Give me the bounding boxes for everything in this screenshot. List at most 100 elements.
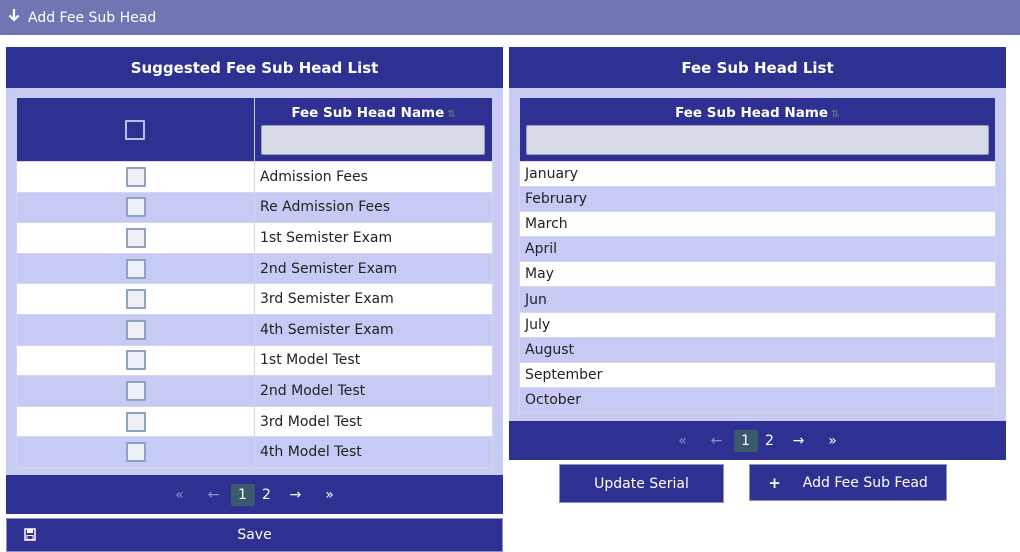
- page-2-button[interactable]: 2: [758, 430, 782, 452]
- fee-sub-head-name: 2nd Model Test: [254, 375, 493, 407]
- add-fee-sub-head-button[interactable]: + Add Fee Sub Fead: [749, 464, 947, 501]
- prev-page-icon[interactable]: ←: [700, 433, 734, 449]
- fee-sub-head-name: April: [519, 236, 996, 263]
- first-page-icon[interactable]: «: [163, 487, 197, 503]
- first-page-icon[interactable]: «: [666, 433, 700, 449]
- row-checkbox[interactable]: [125, 258, 146, 279]
- fee-sub-head-name: July: [519, 311, 996, 338]
- fee-sub-head-list-panel: Fee Sub Head Name ⇅ January February March A…: [509, 88, 1006, 421]
- last-page-icon[interactable]: »: [313, 487, 347, 503]
- row-checkbox[interactable]: [125, 319, 146, 340]
- row-select-cell: [16, 191, 255, 224]
- page-1-button[interactable]: 1: [230, 483, 255, 506]
- fee-sub-head-name: January: [519, 160, 996, 188]
- sort-icon[interactable]: ⇅: [447, 109, 455, 120]
- column-header-label: Fee Sub Head Name: [291, 105, 445, 121]
- table-row[interactable]: 2nd Model Test: [16, 375, 493, 407]
- last-page-icon[interactable]: »: [816, 433, 850, 449]
- name-filter-input[interactable]: [525, 125, 989, 155]
- name-filter-input[interactable]: [261, 125, 485, 155]
- row-select-cell: [16, 375, 255, 407]
- add-fee-sub-head-label: Add Fee Sub Fead: [802, 474, 928, 491]
- suggested-list-title: Suggested Fee Sub Head List: [6, 47, 503, 88]
- table-row[interactable]: Jun: [519, 286, 996, 313]
- fee-sub-head-name: 2nd Semister Exam: [254, 252, 493, 285]
- row-select-cell: [16, 283, 255, 315]
- row-checkbox[interactable]: [125, 442, 146, 463]
- next-page-icon[interactable]: →: [782, 433, 816, 449]
- fee-sub-head-name-header[interactable]: Fee Sub Head Name ⇅: [519, 98, 996, 162]
- plus-icon: +: [768, 473, 781, 492]
- row-checkbox[interactable]: [125, 227, 146, 248]
- save-icon: [24, 528, 36, 545]
- row-checkbox[interactable]: [125, 197, 146, 218]
- fee-sub-head-name: 4th Semister Exam: [254, 313, 493, 346]
- fee-sub-head-list-title: Fee Sub Head List: [509, 47, 1006, 88]
- fee-list-title-text: Fee Sub Head List: [681, 58, 834, 77]
- table-row[interactable]: May: [519, 261, 996, 288]
- prev-page-icon[interactable]: ←: [197, 487, 231, 503]
- row-select-cell: [16, 344, 255, 377]
- fee-sub-head-name: March: [519, 211, 996, 238]
- table-row[interactable]: March: [519, 211, 996, 238]
- table-row[interactable]: February: [519, 186, 996, 213]
- row-select-cell: [16, 436, 255, 468]
- table-row[interactable]: September: [519, 361, 996, 388]
- row-select-cell: [16, 222, 255, 254]
- fee-sub-head-name-header[interactable]: Fee Sub Head Name ⇅: [254, 98, 493, 162]
- update-serial-button[interactable]: Update Serial: [559, 464, 724, 503]
- fee-sub-head-name: 1st Model Test: [254, 344, 493, 377]
- fee-sub-head-name: 3rd Semister Exam: [254, 283, 493, 315]
- suggested-list-pager: « ← 1 2 → »: [6, 475, 503, 514]
- table-row[interactable]: 4th Model Test: [16, 436, 493, 468]
- suggested-fee-table: Fee Sub Head Name ⇅ Admission Fees Re Admi…: [16, 98, 493, 468]
- row-select-cell: [16, 313, 255, 346]
- row-checkbox[interactable]: [125, 166, 146, 187]
- table-row[interactable]: October: [519, 386, 996, 413]
- table-row[interactable]: Admission Fees: [16, 161, 493, 193]
- row-select-cell: [16, 161, 255, 193]
- page-1-button[interactable]: 1: [733, 429, 758, 452]
- save-button[interactable]: Save: [6, 518, 503, 552]
- arrow-down-icon: [8, 9, 22, 26]
- row-select-cell: [16, 252, 255, 285]
- fee-sub-head-name: 4th Model Test: [254, 436, 493, 468]
- fee-sub-head-name: May: [519, 261, 996, 288]
- column-header-label: Fee Sub Head Name: [675, 105, 829, 121]
- fee-sub-head-name: September: [519, 361, 996, 388]
- row-checkbox[interactable]: [125, 289, 146, 310]
- fee-sub-head-name: Re Admission Fees: [254, 191, 493, 224]
- row-checkbox[interactable]: [125, 380, 146, 401]
- table-row[interactable]: 1st Semister Exam: [16, 222, 493, 254]
- sort-icon[interactable]: ⇅: [831, 109, 839, 120]
- suggested-list-title-text: Suggested Fee Sub Head List: [130, 58, 379, 77]
- fee-sub-head-name: August: [519, 336, 996, 363]
- table-row[interactable]: April: [519, 236, 996, 263]
- table-row[interactable]: 2nd Semister Exam: [16, 252, 493, 285]
- row-checkbox[interactable]: [125, 350, 146, 371]
- fee-list-pager: « ← 1 2 → »: [509, 421, 1006, 460]
- table-row[interactable]: January: [519, 160, 996, 188]
- next-page-icon[interactable]: →: [279, 487, 313, 503]
- row-checkbox[interactable]: [125, 411, 146, 432]
- table-row[interactable]: 4th Semister Exam: [16, 313, 493, 346]
- table-row[interactable]: August: [519, 336, 996, 363]
- save-button-label: Save: [237, 527, 272, 543]
- table-row[interactable]: Re Admission Fees: [16, 191, 493, 224]
- fee-sub-head-name: 3rd Model Test: [254, 405, 493, 438]
- fee-sub-head-name: October: [519, 386, 996, 413]
- page-2-button[interactable]: 2: [255, 484, 279, 506]
- fee-sub-head-name: 1st Semister Exam: [254, 222, 493, 254]
- fee-sub-head-table: Fee Sub Head Name ⇅ January February March A…: [519, 98, 996, 413]
- table-row[interactable]: 3rd Semister Exam: [16, 283, 493, 315]
- table-row[interactable]: 1st Model Test: [16, 344, 493, 377]
- select-all-header: [16, 98, 255, 162]
- fee-sub-head-name: Jun: [519, 286, 996, 313]
- page-title: Add Fee Sub Head: [28, 9, 157, 26]
- select-all-checkbox[interactable]: [125, 119, 146, 140]
- table-row[interactable]: 3rd Model Test: [16, 405, 493, 438]
- page-header: Add Fee Sub Head: [0, 0, 1020, 35]
- table-row[interactable]: July: [519, 311, 996, 338]
- update-serial-label: Update Serial: [594, 475, 689, 492]
- suggested-list-panel: Fee Sub Head Name ⇅ Admission Fees Re Admi…: [6, 88, 503, 475]
